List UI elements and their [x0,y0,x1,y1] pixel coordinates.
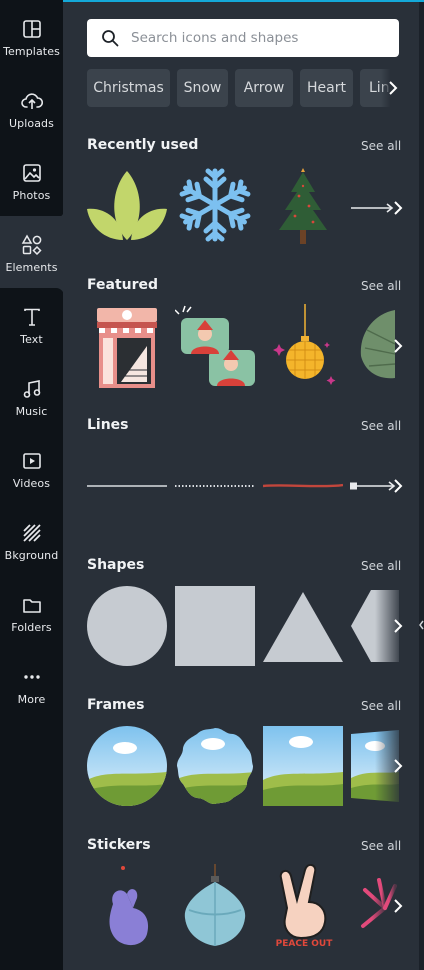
christmas-tree-graphic[interactable] [271,166,335,248]
photo-icon [22,164,41,182]
circle-frame[interactable] [87,726,167,806]
solid-line-graphic[interactable] [87,478,167,494]
scroll-right-button[interactable] [387,446,409,526]
disco-ball-graphic[interactable] [273,304,337,388]
square-frame[interactable] [263,726,343,806]
section-title-stickers: Stickers [87,837,151,853]
sidebar-item-label: Bkground [4,549,59,562]
chevron-right-icon [394,201,403,215]
search-input[interactable] [131,30,391,46]
sidebar-item-more[interactable]: More [0,648,63,720]
shapes-icon [21,234,42,256]
section-title-shapes: Shapes [87,557,145,573]
see-all-link[interactable]: See all [361,139,401,153]
chip-label: Arrow [243,80,285,96]
video-icon [22,453,41,469]
sidebar-item-templates[interactable]: Templates [0,0,63,72]
chip-label: Snow [183,80,222,96]
scroll-right-button[interactable] [387,726,409,806]
sticker-text: PEACE OUT [276,939,334,948]
peace-out-sticker[interactable]: PEACE OUT [273,864,335,948]
text-icon [23,308,40,326]
snowflake-graphic[interactable] [177,167,253,243]
panel-right-edge [419,2,424,970]
music-note-icon [23,380,40,398]
chevron-right-icon [394,619,403,633]
sidebar-item-elements[interactable]: Elements [0,216,63,288]
chip-arrow[interactable]: Arrow [235,69,293,107]
collapse-panel-handle[interactable] [418,610,424,640]
chip-snow[interactable]: Snow [177,69,228,107]
sidebar-item-background[interactable]: Bkground [0,504,63,576]
scroll-right-button[interactable] [387,168,409,248]
sidebar-item-music[interactable]: Music [0,360,63,432]
sidebar-item-photos[interactable]: Photos [0,144,63,216]
chip-christmas[interactable]: Christmas [87,69,170,107]
chips-scroll-right-button[interactable] [381,69,405,107]
sidebar-item-videos[interactable]: Videos [0,432,63,504]
triangle-shape[interactable] [263,592,343,662]
sidebar-item-label: Text [20,333,43,346]
shop-front-illustration[interactable] [95,304,159,388]
background-stripes-icon [22,524,41,542]
see-all-link[interactable]: See all [361,559,401,573]
see-all-link[interactable]: See all [361,839,401,853]
more-dots-icon [23,675,40,679]
chevron-right-icon [394,479,403,493]
scalloped-frame[interactable] [175,726,255,806]
holiday-video-call-illustration[interactable] [175,304,259,388]
chip-label: Heart [307,80,346,96]
brush-stroke-line-graphic[interactable] [263,478,343,494]
chevron-right-icon [394,759,403,773]
finger-heart-sticker[interactable] [99,864,155,948]
sidebar-item-label: Uploads [9,117,54,130]
sidebar-item-label: Music [15,405,48,418]
chip-label: Christmas [93,80,164,96]
see-all-link[interactable]: See all [361,279,401,293]
scroll-right-button[interactable] [387,586,409,666]
folder-icon [22,599,41,613]
section-title-featured: Featured [87,277,159,293]
scroll-right-button[interactable] [387,866,409,946]
chevron-left-icon [419,620,424,630]
section-title-lines: Lines [87,417,129,433]
sidebar-item-folders[interactable]: Folders [0,576,63,648]
sidebar-item-label: Folders [11,621,52,634]
chip-heart[interactable]: Heart [300,69,353,107]
chevron-right-icon [389,81,398,95]
suggestion-chips: Christmas Snow Arrow Heart Line [87,69,399,107]
chevron-right-icon [394,339,403,353]
sidebar-item-label: Elements [5,261,58,274]
section-title-frames: Frames [87,697,145,713]
sidebar-item-uploads[interactable]: Uploads [0,72,63,144]
see-all-link[interactable]: See all [361,419,401,433]
dotted-line-graphic[interactable] [175,478,255,494]
sidebar-item-label: Videos [12,477,51,490]
section-title-recently-used: Recently used [87,137,199,153]
circle-shape[interactable] [87,586,167,666]
search-box[interactable] [87,19,399,57]
upload-cloud-icon [20,93,43,109]
sidebar-item-label: More [17,693,46,706]
see-all-link[interactable]: See all [361,699,401,713]
chevron-right-icon [394,899,403,913]
scroll-right-button[interactable] [387,306,409,386]
square-shape[interactable] [175,586,255,666]
sidebar-item-label: Templates [3,45,60,58]
sidebar-item-label: Photos [12,189,51,202]
sidebar-item-text[interactable]: Text [0,288,63,360]
templates-icon [22,20,41,38]
ornament-sticker[interactable] [179,864,251,948]
leaves-graphic[interactable] [87,167,167,242]
search-icon [102,30,119,47]
elements-panel: Christmas Snow Arrow Heart Line Recently… [63,2,419,970]
sidebar: Templates Uploads Photos Elements Text M… [0,0,64,970]
